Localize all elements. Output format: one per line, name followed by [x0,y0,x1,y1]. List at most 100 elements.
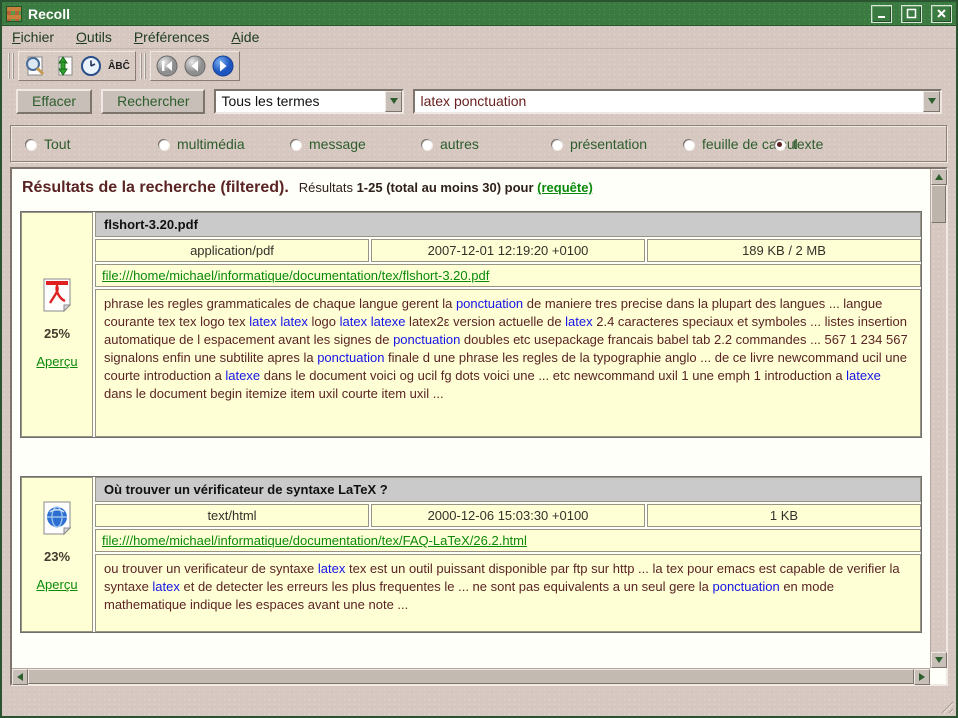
maximize-button[interactable] [901,5,922,23]
clock-icon [79,54,103,78]
status-bar [2,686,956,716]
arrow-left-icon [17,673,23,681]
chevron-down-icon [928,98,936,104]
result-meta-row: text/html 2000-12-06 15:03:30 +0100 1 KB [95,504,921,527]
results-list: Résultats de la recherche (filtered). Rés… [12,169,930,668]
radio-presentation[interactable]: présentation [551,136,647,152]
result-url-link[interactable]: file:///home/michael/informatique/docume… [102,533,527,548]
toolbar-grip[interactable] [140,53,146,79]
radio-icon [25,139,36,150]
scroll-left-button[interactable] [12,669,28,685]
menubar: Fichier Outils Préférences Aide [2,26,956,49]
result-body: flshort-3.20.pdf application/pdf 2007-12… [95,212,921,437]
horizontal-scrollbar-thumb[interactable] [28,669,914,684]
search-button[interactable]: Rechercher [101,89,205,114]
clear-button[interactable]: Effacer [16,89,92,114]
update-index-button[interactable] [49,53,77,79]
result-snippet: ou trouver un verificateur de syntaxe la… [95,554,921,632]
results-title: Résultats de la recherche (filtered). [22,179,289,196]
result-url-link[interactable]: file:///home/michael/informatique/docume… [102,268,489,283]
toolbar-group-tools: ÂBĈ [18,51,136,81]
vertical-scrollbar-thumb[interactable] [931,185,946,223]
result-snippet: phrase les regles grammaticales de chaqu… [95,289,921,437]
scroll-up-button[interactable] [931,169,947,185]
search-mode-value: Tous les termes [216,91,385,112]
query-link[interactable]: (requête) [537,180,593,195]
search-mode-arrow-button[interactable] [385,91,402,112]
menu-fichier[interactable]: Fichier [12,29,54,45]
result-url-cell: file:///home/michael/informatique/docume… [95,529,921,552]
relevance-percent: 25% [44,326,70,341]
arrow-down-icon [935,657,943,663]
results-header: Résultats de la recherche (filtered). Rés… [18,175,924,199]
next-page-button[interactable] [209,53,237,79]
radio-icon [683,139,694,150]
search-query-combo [413,89,942,114]
document-updown-icon [51,54,75,78]
maximize-icon [906,8,917,19]
result-mime: application/pdf [95,239,369,262]
previous-page-icon [183,54,207,78]
result-mime: text/html [95,504,369,527]
result-entry: 25% Aperçu flshort-3.20.pdf application/… [20,211,922,438]
first-page-icon [155,54,179,78]
radio-tout[interactable]: Tout [25,136,70,152]
toolbar-grip[interactable] [8,53,14,79]
radio-icon [158,139,169,150]
search-document-icon [23,54,47,78]
toolbar: ÂBĈ [2,49,956,83]
recoll-app-icon [6,6,22,22]
search-history-arrow-button[interactable] [923,91,940,112]
horizontal-scrollbar[interactable] [12,668,930,684]
menu-aide[interactable]: Aide [231,29,259,45]
results-wrap: Résultats de la recherche (filtered). Rés… [2,167,956,686]
result-url-cell: file:///home/michael/informatique/docume… [95,264,921,287]
radio-texte[interactable]: texte [774,136,823,152]
titlebar: Recoll [2,2,956,26]
search-row: Effacer Rechercher Tous les termes [2,83,956,119]
close-icon [936,8,947,19]
filter-panel: Tout multimédia message autres présentat… [10,125,948,163]
first-page-button[interactable] [153,53,181,79]
menu-preferences[interactable]: Préférences [134,29,210,45]
relevance-percent: 23% [44,549,70,564]
term-explorer-button[interactable]: ÂBĈ [105,53,133,79]
result-date: 2007-12-01 12:19:20 +0100 [371,239,645,262]
result-meta-row: application/pdf 2007-12-01 12:19:20 +010… [95,239,921,262]
result-title: flshort-3.20.pdf [95,212,921,237]
pdf-document-icon [41,277,73,313]
search-input[interactable] [415,91,923,112]
results-count-prefix: Résultats [299,180,357,195]
menu-outils[interactable]: Outils [76,29,112,45]
minimize-button[interactable] [871,5,892,23]
arrow-right-icon [919,673,925,681]
toolbar-group-nav [150,51,240,81]
window-title: Recoll [28,6,862,22]
result-title: Où trouver un vérificateur de syntaxe La… [95,477,921,502]
resize-grip[interactable] [938,698,953,713]
minimize-icon [876,8,887,19]
vertical-scrollbar[interactable] [930,169,946,668]
result-body: Où trouver un vérificateur de syntaxe La… [95,477,921,632]
filter-wrap: Tout multimédia message autres présentat… [2,119,956,165]
result-side-panel: 23% Aperçu [21,477,93,632]
search-document-button[interactable] [21,53,49,79]
radio-message[interactable]: message [290,136,366,152]
scrollbar-corner [930,668,946,684]
sort-by-date-button[interactable] [77,53,105,79]
close-button[interactable] [931,5,952,23]
radio-icon [551,139,562,150]
vertical-scrollbar-track[interactable] [931,223,946,652]
radio-icon [290,139,301,150]
preview-link[interactable]: Aperçu [36,354,77,369]
radio-multimedia[interactable]: multimédia [158,136,245,152]
abc-spell-icon: ÂBĈ [108,61,130,72]
previous-page-button[interactable] [181,53,209,79]
preview-link[interactable]: Aperçu [36,577,77,592]
scroll-down-button[interactable] [931,652,947,668]
scroll-right-button[interactable] [914,669,930,685]
radio-autres[interactable]: autres [421,136,479,152]
search-mode-select[interactable]: Tous les termes [214,89,404,114]
arrow-up-icon [935,174,943,180]
next-page-icon [211,54,235,78]
